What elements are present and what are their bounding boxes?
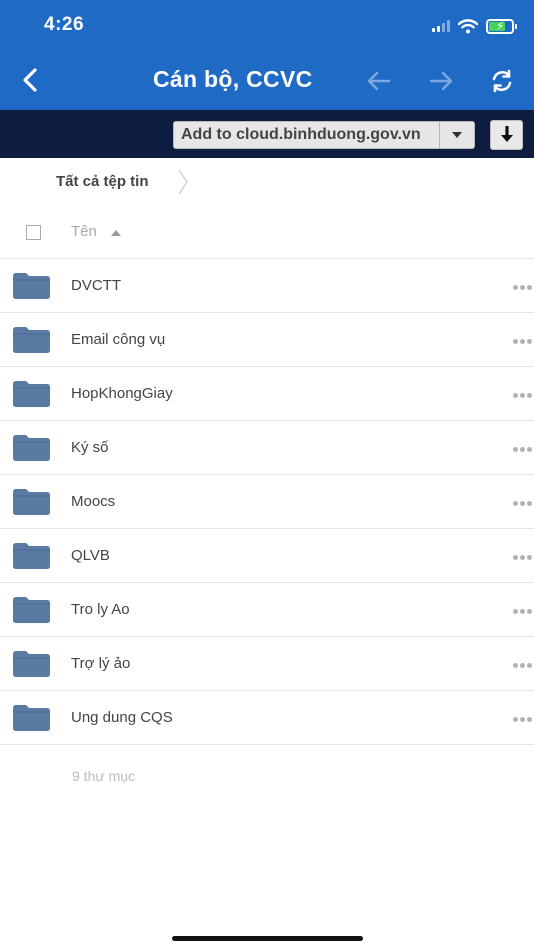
list-item[interactable]: Ung dung CQS (0, 691, 534, 745)
folder-name: Trợ lý ảo (71, 655, 131, 672)
signal-icon (432, 20, 450, 32)
download-arrow-icon (500, 126, 513, 142)
status-time: 4:26 (44, 14, 85, 35)
caret-down-icon (452, 132, 462, 138)
folder-icon (13, 435, 50, 461)
list-header: Tên (0, 206, 534, 259)
folder-name: Ung dung CQS (71, 709, 173, 726)
list-item[interactable]: HopKhongGiay (0, 367, 534, 421)
wifi-icon (458, 18, 478, 33)
column-name-header[interactable]: Tên (71, 223, 97, 240)
more-options-icon[interactable] (513, 339, 532, 344)
home-indicator (172, 936, 363, 941)
more-options-icon[interactable] (513, 555, 532, 560)
list-item[interactable]: Email công vụ (0, 313, 534, 367)
more-options-icon[interactable] (513, 285, 532, 290)
folder-icon (13, 543, 50, 569)
status-icons: ⚡ (432, 16, 517, 36)
folder-icon (13, 381, 50, 407)
folder-icon (13, 597, 50, 623)
back-chevron-icon[interactable] (18, 66, 44, 94)
folder-name: Email công vụ (71, 331, 166, 348)
cloud-select-value: Add to cloud.binhduong.gov.vn (181, 126, 421, 143)
list-item[interactable]: QLVB (0, 529, 534, 583)
folder-icon (13, 489, 50, 515)
more-options-icon[interactable] (513, 447, 532, 452)
folder-name: HopKhongGiay (71, 385, 173, 402)
arrow-right-icon[interactable] (428, 70, 454, 92)
more-options-icon[interactable] (513, 717, 532, 722)
sort-ascending-icon (111, 230, 121, 236)
toolbar: Add to cloud.binhduong.gov.vn (0, 110, 534, 158)
list-item[interactable]: Ký số (0, 421, 534, 475)
folder-icon (13, 327, 50, 353)
folder-name: Ký số (71, 439, 109, 456)
breadcrumb: Tất cả tệp tin (0, 158, 534, 206)
list-item[interactable]: Trợ lý ảo (0, 637, 534, 691)
list-item[interactable]: Tro ly Ao (0, 583, 534, 637)
folder-name: Moocs (71, 493, 116, 510)
refresh-icon[interactable] (489, 68, 515, 94)
folder-name: QLVB (71, 547, 110, 564)
download-button[interactable] (490, 120, 523, 150)
more-options-icon[interactable] (513, 501, 532, 506)
folder-icon (13, 651, 50, 677)
battery-charging-icon: ⚡ (486, 18, 517, 34)
breadcrumb-all-files[interactable]: Tất cả tệp tin (56, 173, 149, 190)
folder-list: DVCTT Email công vụ HopKhongGiay Ký số Moocs… (0, 259, 534, 745)
folder-count: 9 thư mục (72, 768, 136, 784)
more-options-icon[interactable] (513, 663, 532, 668)
cloud-select-caret[interactable] (439, 122, 474, 148)
more-options-icon[interactable] (513, 609, 532, 614)
select-all-checkbox[interactable] (26, 225, 41, 240)
breadcrumb-separator-icon (178, 169, 188, 195)
arrow-left-icon[interactable] (366, 70, 392, 92)
page-title: Cán bộ, CCVC (153, 66, 313, 92)
list-item[interactable]: DVCTT (0, 259, 534, 313)
folder-name: Tro ly Ao (71, 601, 130, 618)
folder-icon (13, 705, 50, 731)
folder-name: DVCTT (71, 277, 121, 294)
folder-icon (13, 273, 50, 299)
app-header: 4:26 ⚡ Cán bộ, CCVC (0, 0, 534, 110)
list-item[interactable]: Moocs (0, 475, 534, 529)
more-options-icon[interactable] (513, 393, 532, 398)
cloud-select[interactable]: Add to cloud.binhduong.gov.vn (173, 121, 475, 149)
